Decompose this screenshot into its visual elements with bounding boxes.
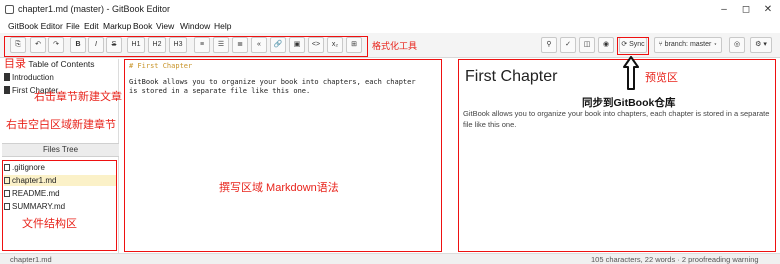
branch-selector[interactable]: ⑂ branch: master ▾	[654, 37, 722, 53]
menu-view[interactable]: View	[156, 20, 174, 32]
menu-markup[interactable]: Markup	[103, 20, 131, 32]
minimize-button[interactable]: –	[714, 2, 734, 18]
menu-book[interactable]: Book	[133, 20, 152, 32]
menu-help[interactable]: Help	[214, 20, 231, 32]
file-structure-highlight	[2, 160, 117, 251]
status-stats: 105 characters, 22 words · 2 proofreadin…	[591, 255, 759, 264]
annotation-toc: 目录	[4, 58, 26, 70]
menu-gitbook-editor[interactable]: GitBook Editor	[8, 20, 63, 32]
menu-file[interactable]: File	[66, 20, 80, 32]
annotation-format-tools: 格式化工具	[372, 41, 418, 51]
files-tree-header[interactable]: Files Tree	[2, 143, 119, 157]
annotation-file-structure: 文件结构区	[22, 218, 77, 230]
toc-item-label: Introduction	[12, 73, 54, 82]
editor-heading-line: # First Chapter	[129, 62, 193, 70]
glossary-icon[interactable]: ⚲	[541, 37, 557, 53]
help-icon[interactable]: ◎	[729, 37, 745, 53]
annotation-new-article: 右击章节新建文章	[34, 91, 122, 103]
close-button[interactable]: ✕	[758, 2, 778, 18]
menu-window[interactable]: Window	[180, 20, 210, 32]
editor-text-line-1: GitBook allows you to organize your book…	[129, 78, 416, 86]
up-arrow-icon	[623, 56, 639, 90]
status-filename: chapter1.md	[10, 255, 52, 264]
app-icon	[5, 5, 14, 14]
annotation-editor: 撰写区域 Markdown语法	[219, 182, 339, 194]
preview-heading: First Chapter	[465, 68, 558, 85]
format-tools-highlight	[4, 36, 368, 57]
preview-pane: First Chapter GitBook allows you to orga…	[458, 59, 776, 252]
annotation-sync: 同步到GitBook仓库	[582, 97, 676, 109]
layout-icon[interactable]: ◫	[579, 37, 595, 53]
check-icon[interactable]: ✓	[560, 37, 576, 53]
book-icon	[4, 73, 10, 81]
window-title: chapter1.md (master) - GitBook Editor	[18, 4, 171, 14]
toc-header: 目录 Table of Contents	[4, 58, 95, 70]
menu-bar: GitBook Editor File Edit Markup Book Vie…	[0, 20, 780, 32]
sync-highlight	[617, 37, 649, 55]
editor-text-line-2: is stored in a separate file like this o…	[129, 87, 311, 95]
annotation-preview: 预览区	[645, 72, 678, 84]
toc-header-label: Table of Contents	[28, 59, 95, 69]
preview-paragraph: GitBook allows you to organize your book…	[463, 109, 770, 129]
eye-icon[interactable]: ◉	[598, 37, 614, 53]
settings-icon[interactable]: ⚙ ▾	[750, 37, 772, 53]
menu-edit[interactable]: Edit	[84, 20, 99, 32]
maximize-button[interactable]: ◻	[736, 2, 756, 18]
title-bar: chapter1.md (master) - GitBook Editor – …	[0, 0, 780, 20]
annotation-new-chapter: 右击空白区域新建章节	[6, 119, 116, 131]
book-icon	[4, 86, 10, 94]
markdown-editor[interactable]: # First Chapter GitBook allows you to or…	[124, 59, 442, 252]
toc-item-introduction[interactable]: Introduction	[4, 73, 54, 82]
status-bar: chapter1.md 105 characters, 22 words · 2…	[0, 253, 780, 264]
